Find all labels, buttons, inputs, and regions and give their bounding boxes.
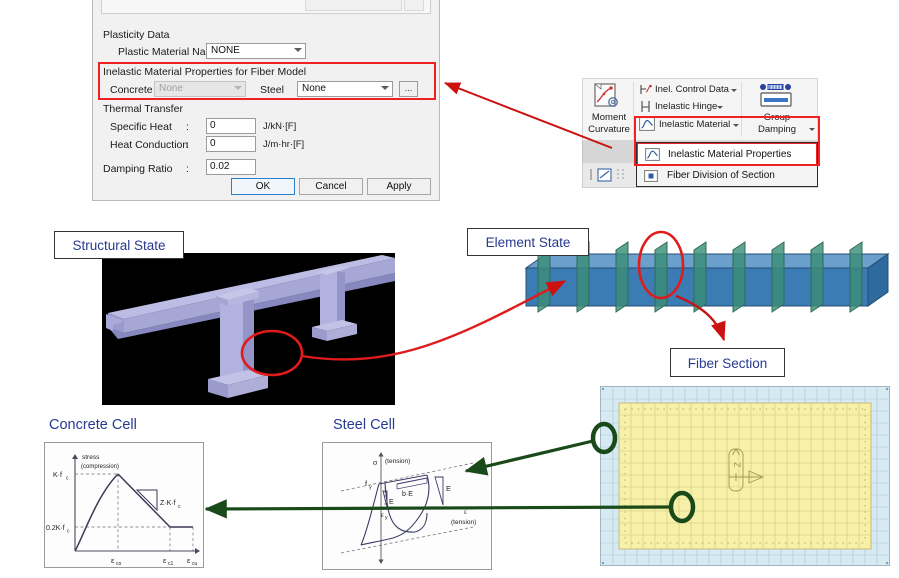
steel-cell-heading: Steel Cell	[333, 417, 395, 433]
moment-curvature-icon[interactable]	[593, 83, 623, 111]
material-dialog: Plasticity Data Plastic Material Name NO…	[92, 0, 440, 201]
svg-text:Z·K·f: Z·K·f	[160, 500, 176, 507]
moment-curvature-label-line1: Moment	[585, 112, 633, 123]
moment-curvature-label-line2: Curvature	[583, 124, 635, 135]
svg-text:y: y	[385, 515, 388, 521]
svg-text:Z: Z	[732, 462, 742, 468]
svg-text:E: E	[389, 499, 394, 506]
specific-heat-input[interactable]: 0	[206, 118, 256, 134]
ok-button[interactable]: OK	[231, 178, 295, 195]
svg-text:co: co	[116, 561, 122, 567]
svg-text:E: E	[446, 484, 451, 493]
plastic-material-name-value: NONE	[211, 45, 240, 56]
specific-heat-label: Specific Heat	[110, 121, 172, 133]
fiber-division-icon	[644, 170, 658, 182]
svg-text:y: y	[369, 485, 372, 491]
toolbar-icon-group[interactable]	[588, 167, 634, 183]
inel-control-data-icon	[639, 83, 653, 96]
inelastic-hinge-item[interactable]: Inelastic Hinge	[655, 101, 717, 112]
plasticity-group-title: Plasticity Data	[103, 29, 170, 41]
plastic-material-name-label: Plastic Material Name	[118, 46, 220, 58]
svg-text:K·f: K·f	[53, 472, 62, 479]
menu-item-fiber-division-of-section[interactable]: Fiber Division of Section	[637, 165, 817, 187]
fiber-section-label: Fiber Section	[670, 348, 785, 377]
specific-heat-unit: J/kN·[F]	[263, 121, 296, 132]
chevron-down-icon[interactable]	[717, 106, 723, 109]
svg-text:cu: cu	[192, 561, 198, 567]
heat-conduction-colon: :	[186, 139, 189, 151]
apply-button[interactable]: Apply	[367, 178, 431, 195]
svg-text:c1: c1	[168, 561, 174, 567]
upper-group-panel	[101, 0, 431, 14]
menu-item-label: Fiber Division of Section	[667, 170, 775, 181]
concrete-cell-heading: Concrete Cell	[49, 417, 137, 433]
ribbon-highlight-box	[634, 116, 820, 166]
upper-combo[interactable]	[305, 0, 402, 11]
svg-text:ε: ε	[381, 511, 384, 519]
element-state-label: Element State	[467, 228, 589, 256]
damping-ratio-input[interactable]: 0.02	[206, 159, 256, 175]
svg-text:f: f	[365, 479, 368, 488]
thermal-group-title: Thermal Transfer	[103, 103, 183, 115]
cancel-button[interactable]: Cancel	[299, 178, 363, 195]
specific-heat-colon: :	[186, 121, 189, 133]
svg-text:c: c	[178, 504, 181, 510]
steel-cell-chart: σ (tension) ε (tension) b·E E E f y ε y	[322, 442, 492, 570]
dialog-highlight-box	[98, 62, 436, 100]
chevron-down-icon[interactable]	[731, 89, 737, 92]
svg-text:(tension): (tension)	[451, 519, 476, 526]
upper-combo-secondary[interactable]	[404, 0, 424, 11]
group-damping-icon[interactable]	[759, 83, 793, 109]
fiber-section-diagram: Z	[600, 386, 890, 566]
svg-text:c: c	[67, 529, 70, 535]
svg-text:ε: ε	[163, 556, 167, 565]
svg-text:σ: σ	[373, 458, 378, 467]
damping-ratio-label: Damping Ratio	[103, 163, 172, 175]
chevron-down-icon	[294, 48, 302, 52]
heat-conduction-input[interactable]: 0	[206, 136, 256, 152]
concrete-cell-chart: stress (compression) Z·K·f c K·f c 0.2K·…	[44, 442, 204, 568]
structural-model-render	[102, 253, 395, 405]
heat-conduction-unit: J/m·hr·[F]	[263, 139, 304, 150]
svg-text:(compression): (compression)	[81, 464, 119, 470]
svg-text:stress: stress	[82, 454, 100, 461]
heat-conduction-label: Heat Conduction	[110, 139, 188, 151]
svg-text:ε: ε	[111, 556, 115, 565]
svg-text:0.2K·f: 0.2K·f	[46, 525, 65, 532]
svg-text:c: c	[66, 476, 69, 482]
svg-text:b·E: b·E	[402, 491, 413, 498]
inel-control-data-item[interactable]: Inel. Control Data	[655, 84, 729, 95]
plastic-material-name-combo[interactable]: NONE	[206, 43, 306, 59]
inelastic-hinge-icon	[639, 100, 653, 113]
damping-ratio-colon: :	[186, 163, 189, 175]
svg-text:ε: ε	[187, 556, 191, 565]
svg-text:ε: ε	[464, 508, 467, 516]
svg-text:(tension): (tension)	[385, 458, 410, 465]
structural-state-label: Structural State	[54, 231, 184, 259]
